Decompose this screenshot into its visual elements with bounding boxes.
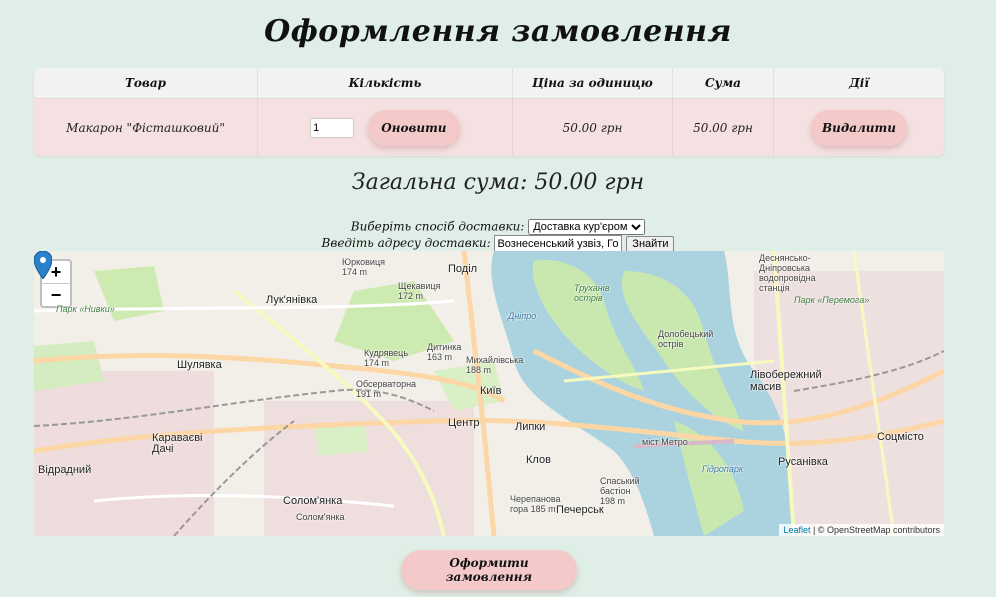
header-actions: Дії (773, 68, 944, 99)
map-label-solomianka: Солом'янка (283, 495, 343, 507)
map-label-lypky: Липки (515, 421, 546, 433)
map-label-dolobetskyi: Долобецький острів (658, 329, 714, 349)
map-label-trukhaniv: Труханів острів (574, 283, 610, 303)
page-title: Оформлення замовлення (264, 14, 732, 49)
map-label-karavaievi-dachi: Караваєві Дачі (152, 432, 203, 455)
order-total: Загальна сума: 50.00 грн (351, 170, 645, 195)
map-label-shuliavka: Шулявка (177, 359, 222, 371)
map-label-cherepanova-hora: Черепанова гора 185 m (510, 494, 561, 514)
delivery-method-row: Виберіть спосіб доставки: Доставка кур'є… (0, 219, 996, 235)
delete-button[interactable]: Видалити (811, 109, 907, 146)
map-label-livoberezhnyi: Лівобережний масив (750, 369, 822, 393)
quantity-input[interactable] (310, 117, 355, 138)
map-label-podil: Поділ (448, 263, 478, 275)
map-label-klov: Клов (526, 454, 551, 466)
unit-price: 50.00 грн (512, 98, 673, 156)
map-label-mist-metro: міст Метро (642, 437, 688, 447)
zoom-out-button[interactable]: − (42, 284, 70, 306)
map-label-pechersk: Печерськ (556, 504, 604, 516)
product-name: Макарон "Фісташковий" (34, 98, 258, 156)
delivery-address-row: Введіть адресу доставки: Знайти (0, 235, 996, 252)
cart-table: Товар Кількість Ціна за одиницю Сума Дії… (34, 68, 944, 156)
map-label-tsentr: Центр (448, 417, 480, 429)
map-label-observatorna: Обсерваторна 191 m (356, 379, 417, 399)
header-sum: Сума (672, 68, 774, 99)
attribution-text: | © OpenStreetMap contributors (810, 525, 940, 535)
map-label-mykhailivska: Михайлівська 188 m (466, 355, 524, 375)
map-label-kudriavets: Кудрявець 174 m (364, 348, 409, 368)
map-label-yurkovytsia: Юрковиця 174 m (342, 257, 385, 277)
map-attribution: Leaflet | © OpenStreetMap contributors (779, 524, 944, 536)
delivery-method-select[interactable]: Доставка кур'єром (528, 219, 646, 235)
map-label-sotsmisto: Соцмісто (877, 431, 924, 443)
map-label-dytynka: Дитинка 163 m (427, 342, 462, 362)
map[interactable]: + − Київ Поділ Лук'янівка Шулявка Карава… (34, 251, 944, 536)
place-order-button[interactable]: Оформити замовлення (401, 550, 577, 590)
header-quantity: Кількість (257, 68, 513, 99)
header-unit-price: Ціна за одиницю (512, 68, 673, 99)
map-label-vidradnyi: Відрадний (38, 464, 92, 476)
header-product: Товар (34, 68, 258, 99)
map-label-hidropark: Гідропарк (702, 464, 744, 474)
map-label-rusanivka: Русанівка (778, 456, 828, 468)
map-label-shchekavytsia: Щекавиця 172 m (398, 281, 441, 301)
table-row: Макарон "Фісташковий" Оновити 50.00 грн … (34, 98, 944, 156)
map-label-park-nyvky: Парк «Нивки» (56, 304, 115, 314)
row-sum: 50.00 грн (672, 98, 774, 156)
map-label-vodoprovidna: Деснянсько-Дніпровська водопровідна стан… (759, 253, 816, 293)
find-button[interactable]: Знайти (626, 235, 675, 252)
actions-cell: Видалити (773, 98, 944, 156)
map-label-lukianivka: Лук'янівка (266, 294, 318, 306)
map-label-dnipro: Дніпро (508, 311, 537, 321)
map-label-park-peremoha: Парк «Перемога» (794, 295, 870, 305)
map-label-solomianka-street: Солом'янка (296, 512, 345, 522)
delivery-address-label: Введіть адресу доставки: (321, 236, 491, 250)
cart-header-row: Товар Кількість Ціна за одиницю Сума Дії (34, 68, 944, 99)
address-input[interactable] (494, 235, 623, 252)
delivery-method-label: Виберіть спосіб доставки: (350, 219, 525, 234)
map-label-kyiv: Київ (480, 385, 502, 397)
location-marker-icon[interactable] (34, 251, 52, 279)
update-button[interactable]: Оновити (367, 109, 460, 146)
leaflet-link[interactable]: Leaflet (783, 525, 810, 535)
map-label-spaskyi-bastion: Спаський бастіон 198 m (600, 476, 640, 506)
quantity-cell: Оновити (257, 98, 513, 156)
